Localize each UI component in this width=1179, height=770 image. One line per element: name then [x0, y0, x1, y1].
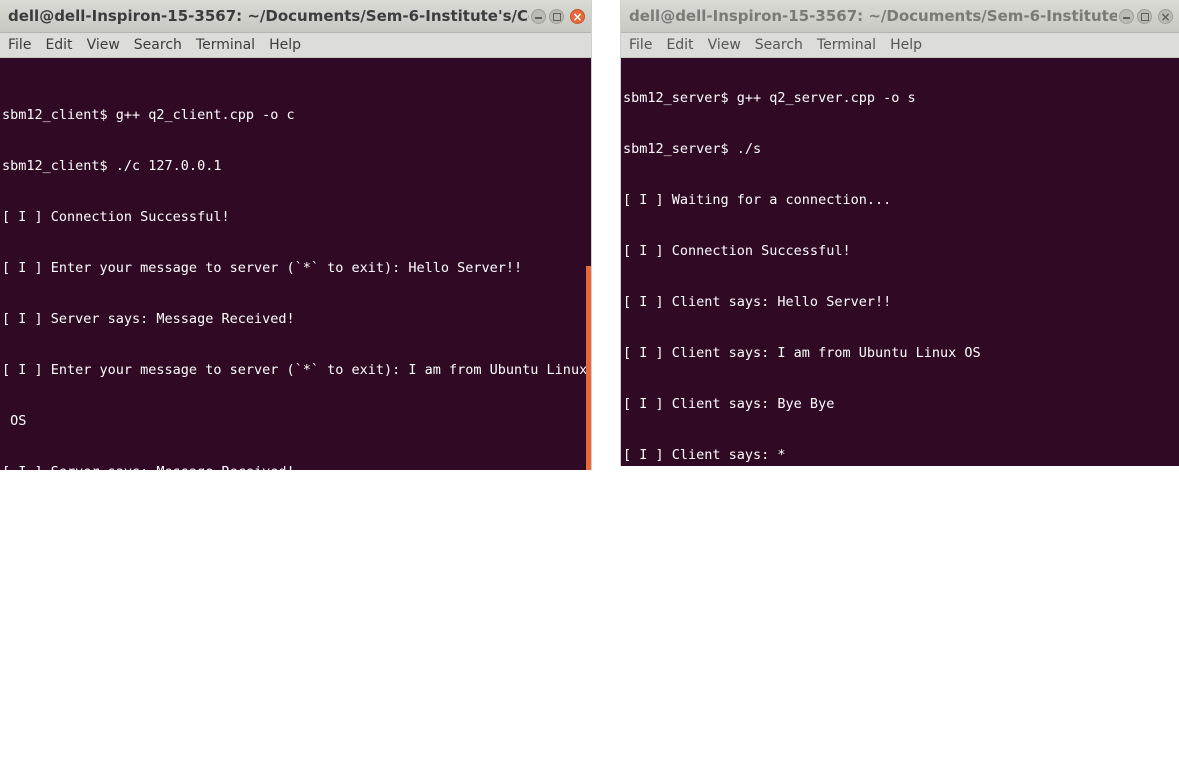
- menu-edit[interactable]: Edit: [659, 33, 700, 57]
- terminal-line: OS: [2, 413, 27, 429]
- menu-help[interactable]: Help: [262, 33, 308, 57]
- close-icon: ×: [1160, 9, 1171, 24]
- close-button[interactable]: ×: [570, 9, 585, 24]
- menu-search[interactable]: Search: [748, 33, 810, 57]
- scrollbar[interactable]: [586, 266, 591, 470]
- server-terminal-window[interactable]: dell@dell-Inspiron-15-3567: ~/Documents/…: [620, 0, 1179, 567]
- terminal-line: [ I ] Waiting for a connection...: [623, 192, 892, 208]
- maximize-icon: [1140, 12, 1149, 21]
- menu-edit[interactable]: Edit: [38, 33, 79, 57]
- server-terminal-output[interactable]: sbm12_server$ g++ q2_server.cpp -o s sbm…: [623, 56, 1177, 567]
- text-cursor: [736, 549, 746, 565]
- prompt-line[interactable]: sbm12_server$: [623, 549, 1177, 567]
- terminal-line: [ I ] Server says: Message Received!: [2, 464, 295, 480]
- terminal-line: sbm12_client$ ./c 127.0.0.1: [2, 158, 222, 174]
- menu-view[interactable]: View: [701, 33, 748, 57]
- client-titlebar[interactable]: dell@dell-Inspiron-15-3567: ~/Documents/…: [0, 0, 591, 33]
- server-titlebar[interactable]: dell@dell-Inspiron-15-3567: ~/Documents/…: [621, 0, 1179, 33]
- menu-help[interactable]: Help: [883, 33, 929, 57]
- terminal-line: [ I ] Client says: I am from Ubuntu Linu…: [623, 345, 981, 361]
- menu-file[interactable]: File: [0, 33, 38, 57]
- terminal-line: [ I ] Enter your message to server (`*` …: [2, 362, 588, 378]
- client-window-title: dell@dell-Inspiron-15-3567: ~/Documents/…: [8, 7, 529, 25]
- maximize-button[interactable]: [1137, 9, 1152, 24]
- close-button[interactable]: ×: [1158, 9, 1173, 24]
- menu-search[interactable]: Search: [127, 33, 189, 57]
- terminal-line: [ I ] Enter your message to server (`*` …: [2, 515, 466, 531]
- terminal-line: [ I ] Connection Successful!: [623, 243, 851, 259]
- server-window-title: dell@dell-Inspiron-15-3567: ~/Documents/…: [629, 7, 1117, 25]
- server-menubar: File Edit View Search Terminal Help: [621, 33, 1179, 58]
- text-cursor: [115, 719, 124, 734]
- client-terminal-output[interactable]: sbm12_client$ g++ q2_client.cpp -o c sbm…: [2, 73, 589, 736]
- minimize-button[interactable]: [531, 9, 546, 24]
- client-menubar: File Edit View Search Terminal Help: [0, 33, 591, 58]
- minimize-button[interactable]: [1119, 9, 1134, 24]
- terminal-line: [ I ] Server says: Message Received!: [2, 311, 295, 327]
- close-icon: ×: [572, 9, 583, 24]
- terminal-line: [ I ] Server says: Message Received!: [2, 566, 295, 582]
- terminal-line: [ I ] Client says: *: [623, 447, 786, 463]
- terminal-line: [ I ] Client says: Bye Bye: [623, 396, 835, 412]
- client-terminal-window[interactable]: dell@dell-Inspiron-15-3567: ~/Documents/…: [0, 0, 592, 736]
- prompt-line[interactable]: sbm12_client$: [2, 719, 589, 736]
- menu-terminal[interactable]: Terminal: [810, 33, 883, 57]
- maximize-icon: [552, 12, 561, 21]
- maximize-button[interactable]: [549, 9, 564, 24]
- terminal-line: sbm12_server$ g++ q2_server.cpp -o s: [623, 90, 916, 106]
- terminal-line: sbm12_server$ ./s: [623, 141, 762, 157]
- menu-terminal[interactable]: Terminal: [189, 33, 262, 57]
- client-prompt: sbm12_client$: [2, 720, 116, 736]
- minimize-icon: [535, 16, 542, 19]
- server-prompt: sbm12_server$: [623, 551, 737, 567]
- terminal-line: [ I ] Enter your message to server (`*` …: [2, 617, 417, 633]
- terminal-line: [ Q ] Quitting...: [623, 498, 762, 514]
- terminal-line: [ I ] Client says: Hello Server!!: [623, 294, 892, 310]
- terminal-line: [ I ] Enter your message to server (`*` …: [2, 260, 523, 276]
- terminal-line: [ Q ] Quitting...: [2, 668, 141, 684]
- minimize-icon: [1123, 16, 1130, 19]
- terminal-line: [ I ] Connection Successful!: [2, 209, 230, 225]
- terminal-line: sbm12_client$ g++ q2_client.cpp -o c: [2, 107, 295, 123]
- menu-file[interactable]: File: [621, 33, 659, 57]
- menu-view[interactable]: View: [80, 33, 127, 57]
